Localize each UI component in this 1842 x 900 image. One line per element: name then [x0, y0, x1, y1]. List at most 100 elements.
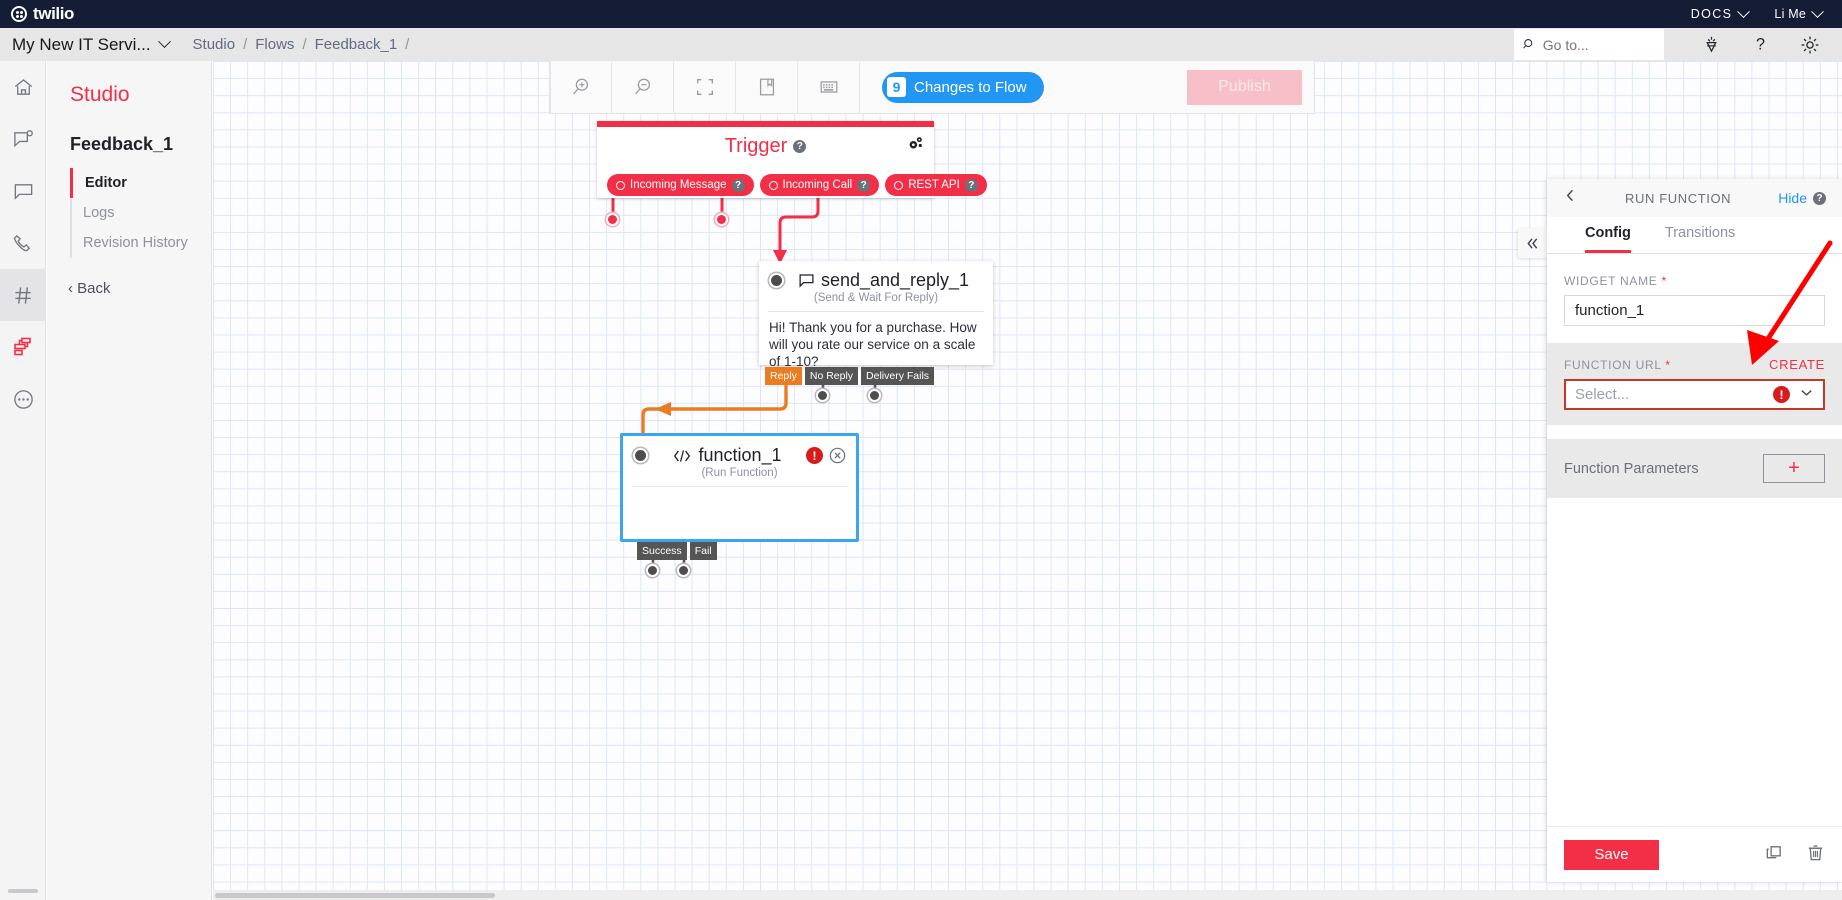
trigger-message-output-dot[interactable]	[606, 213, 619, 226]
sidebar-product-title[interactable]: Studio	[70, 83, 211, 107]
canvas-toolbar: 9 Changes to Flow Publish	[549, 61, 1315, 114]
pill-label: Incoming Call	[783, 179, 853, 191]
settings-gear-icon[interactable]	[1800, 35, 1820, 55]
duplicate-icon[interactable]	[1764, 843, 1783, 867]
output-no-reply[interactable]: No Reply	[805, 367, 858, 385]
function-url-group: FUNCTION URL * CREATE Select... !	[1547, 343, 1842, 425]
delivery-fails-output-dot[interactable]	[868, 389, 881, 402]
docs-menu[interactable]: DOCS	[1691, 7, 1749, 21]
back-label: Back	[77, 280, 110, 297]
radio-icon	[616, 181, 625, 190]
breadcrumb-item-feedback[interactable]: Feedback_1	[315, 36, 398, 53]
changes-count-badge: 9	[887, 77, 906, 97]
panel-title: RUN FUNCTION	[1625, 191, 1731, 206]
output-delivery-fails[interactable]: Delivery Fails	[861, 367, 934, 385]
output-reply[interactable]: Reply	[765, 367, 802, 385]
help-icon[interactable]: ?	[732, 179, 745, 192]
send-and-reply-name: send_and_reply_1	[821, 270, 969, 291]
fit-screen-button[interactable]	[674, 61, 736, 114]
account-switcher[interactable]: My New IT Servi...	[12, 35, 169, 55]
rail-item-home[interactable]	[0, 61, 46, 113]
send-and-reply-widget[interactable]: send_and_reply_1 (Send & Wait For Reply)…	[759, 261, 993, 365]
more-icon	[12, 388, 35, 411]
zoom-out-button[interactable]	[612, 61, 674, 114]
widget-name-label-text: WIDGET NAME	[1564, 274, 1657, 288]
widget-header: send_and_reply_1	[759, 261, 993, 291]
sidebar-item-logs[interactable]: Logs	[70, 198, 211, 228]
trigger-pill-incoming-message[interactable]: Incoming Message ?	[607, 174, 754, 196]
breadcrumb-separator: /	[302, 36, 306, 53]
breadcrumb-bar: My New IT Servi... Studio / Flows / Feed…	[0, 28, 1842, 61]
twilio-logo[interactable]: twilio	[11, 4, 74, 24]
chevron-down-icon	[1738, 5, 1751, 18]
function-parameters-label: Function Parameters	[1564, 461, 1699, 477]
tab-config[interactable]: Config	[1585, 217, 1631, 253]
panel-back-button[interactable]	[1563, 188, 1578, 208]
trigger-call-output-dot[interactable]	[715, 213, 728, 226]
sidebar-back-link[interactable]: ‹ Back	[68, 280, 211, 297]
panel-tabs: Config Transitions	[1547, 217, 1842, 254]
debugger-icon[interactable]	[1702, 35, 1721, 54]
success-output-dot[interactable]	[646, 564, 659, 577]
create-function-link[interactable]: CREATE	[1769, 357, 1825, 372]
no-reply-output-dot[interactable]	[816, 389, 829, 402]
rail-item-chat[interactable]	[0, 165, 46, 217]
rail-item-messaging[interactable]	[0, 113, 46, 165]
brand-text: twilio	[33, 4, 74, 24]
panel-hide-button[interactable]: Hide ?	[1778, 190, 1826, 206]
add-parameter-button[interactable]: +	[1763, 454, 1825, 483]
sidebar-item-editor[interactable]: Editor	[70, 168, 211, 198]
tab-transitions[interactable]: Transitions	[1665, 217, 1735, 253]
breadcrumb-item-flows[interactable]: Flows	[255, 36, 294, 53]
chat-icon	[12, 180, 35, 203]
send-and-reply-outputs: Reply No Reply Delivery Fails	[765, 367, 934, 385]
search-box[interactable]	[1514, 29, 1664, 60]
rail-item-hash[interactable]	[0, 269, 46, 321]
help-icon[interactable]: ?	[793, 140, 806, 153]
fail-output-dot[interactable]	[677, 564, 690, 577]
function-widget-name: function_1	[698, 445, 781, 466]
keyboard-shortcuts-button[interactable]	[798, 61, 860, 114]
trigger-settings-icon[interactable]	[907, 135, 924, 157]
rail-scrollbar[interactable]	[8, 889, 38, 893]
phone-icon	[12, 232, 35, 255]
output-success[interactable]: Success	[637, 542, 687, 560]
zoom-in-button[interactable]	[550, 61, 612, 114]
library-icon	[756, 76, 778, 98]
function-widget-outputs: Success Fail	[637, 542, 717, 560]
chevron-down-icon[interactable]	[1799, 385, 1814, 405]
sidebar-item-revision-history[interactable]: Revision History	[70, 228, 211, 258]
search-input[interactable]	[1543, 37, 1655, 53]
delete-icon[interactable]	[1806, 843, 1825, 867]
trigger-pill-incoming-call[interactable]: Incoming Call ?	[760, 174, 880, 196]
canvas-horizontal-scrollbar[interactable]	[213, 890, 1842, 900]
output-fail[interactable]: Fail	[690, 542, 717, 560]
breadcrumb-item-studio[interactable]: Studio	[193, 36, 236, 53]
changes-to-flow-button[interactable]: 9 Changes to Flow	[882, 72, 1044, 103]
help-icon[interactable]: ?	[857, 179, 870, 192]
trigger-widget[interactable]: Trigger ? Incoming Message ?	[597, 121, 934, 198]
rail-item-more[interactable]	[0, 373, 46, 425]
help-icon[interactable]: ?	[1813, 192, 1826, 205]
widget-library-button[interactable]	[736, 61, 798, 114]
twilio-mark-icon	[11, 6, 27, 22]
widget-input-dot[interactable]	[769, 273, 784, 288]
search-icon	[1523, 37, 1536, 52]
send-and-reply-type: (Send & Wait For Reply)	[759, 292, 993, 304]
account-menu[interactable]: Li Me	[1774, 7, 1822, 21]
twilio-studio-app: twilio DOCS Li Me My New IT Servi... Stu…	[0, 0, 1842, 900]
close-icon[interactable]	[829, 447, 846, 464]
widget-name-input[interactable]: function_1	[1564, 295, 1825, 326]
run-function-widget[interactable]: function_1 ! (Run Function)	[620, 433, 859, 542]
rail-item-studio[interactable]	[0, 321, 46, 373]
trigger-pill-rest-api[interactable]: REST API ?	[885, 174, 987, 196]
rail-item-voice[interactable]	[0, 217, 46, 269]
publish-button[interactable]: Publish	[1187, 70, 1302, 105]
widget-input-dot[interactable]	[633, 448, 648, 463]
help-icon[interactable]: ?	[965, 179, 978, 192]
save-button[interactable]: Save	[1564, 840, 1659, 870]
help-icon[interactable]: ?	[1751, 35, 1770, 54]
studio-icon	[11, 335, 35, 359]
function-url-select[interactable]: Select... !	[1564, 379, 1825, 410]
collapse-panel-button[interactable]	[1518, 228, 1547, 258]
